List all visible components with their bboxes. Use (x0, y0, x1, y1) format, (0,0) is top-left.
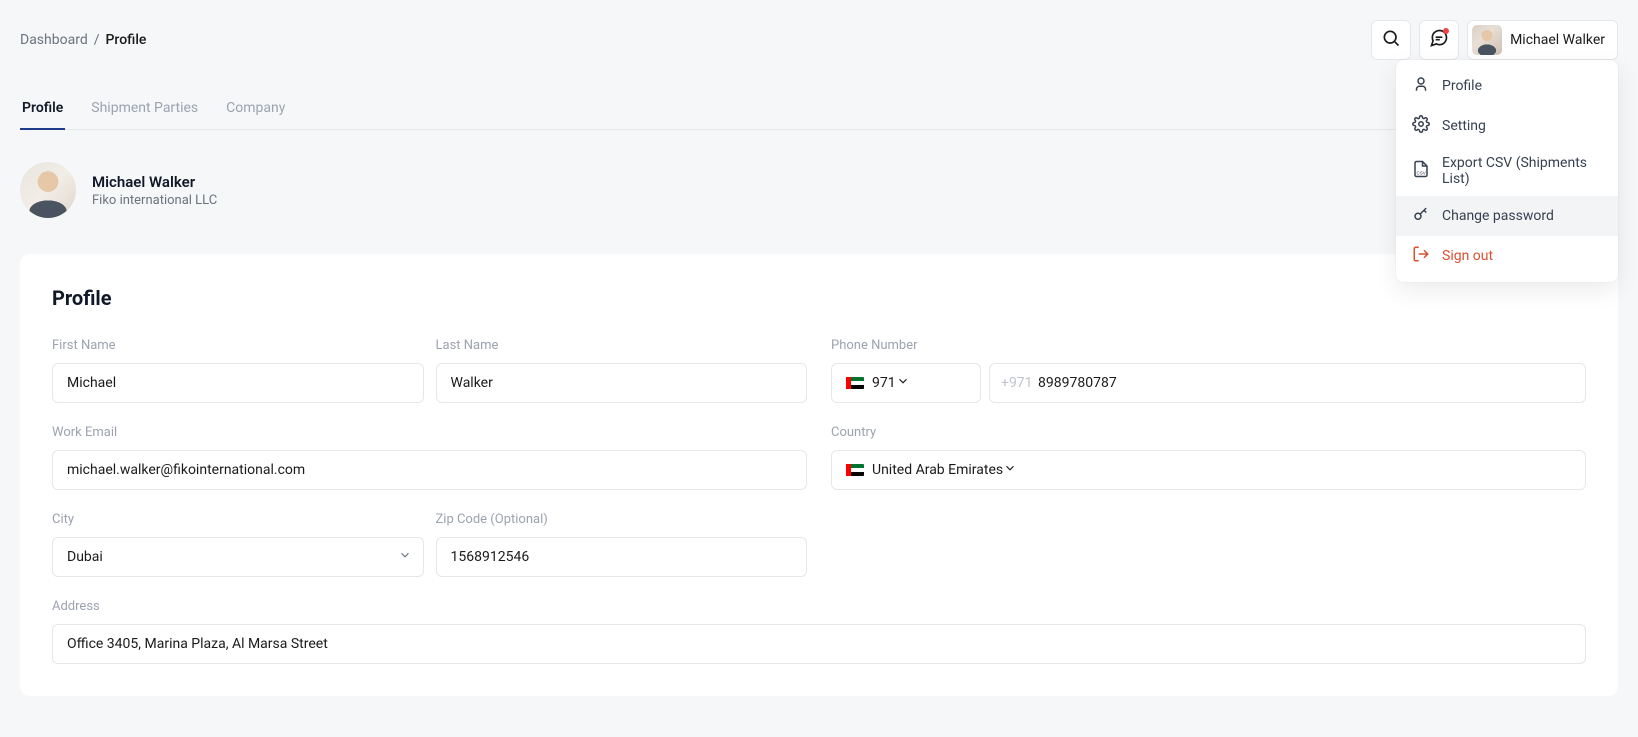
csv-file-icon: CSV (1412, 160, 1430, 182)
search-button[interactable] (1371, 20, 1411, 60)
phone-number-input[interactable] (989, 363, 1586, 403)
city-label: City (52, 512, 424, 527)
dropdown-setting-label: Setting (1442, 118, 1486, 134)
zip-input[interactable] (436, 537, 808, 577)
avatar-icon (1472, 25, 1502, 55)
profile-company: Fiko international LLC (92, 193, 217, 208)
chevron-down-icon (896, 374, 910, 392)
breadcrumb-sep: / (94, 32, 100, 48)
breadcrumb-current: Profile (106, 32, 147, 48)
dropdown-profile-label: Profile (1442, 78, 1482, 94)
chevron-down-icon (1003, 461, 1017, 479)
messages-button[interactable] (1419, 20, 1459, 60)
dropdown-item-sign-out[interactable]: Sign out (1396, 236, 1618, 276)
uae-flag-icon (846, 464, 864, 476)
dropdown-item-setting[interactable]: Setting (1396, 106, 1618, 146)
tabs: Profile Shipment Parties Company (20, 88, 1618, 130)
profile-name: Michael Walker (92, 173, 217, 191)
city-select[interactable] (52, 537, 424, 577)
phone-country-code-select[interactable]: 971 (831, 363, 981, 403)
user-dropdown: Profile Setting CSV Export CSV (Shipment… (1396, 60, 1618, 282)
avatar-icon (20, 162, 76, 218)
user-icon (1412, 75, 1430, 97)
city-value[interactable] (52, 537, 424, 577)
sign-out-icon (1412, 245, 1430, 267)
svg-text:CSV: CSV (1417, 170, 1426, 175)
tab-shipment-parties[interactable]: Shipment Parties (89, 88, 200, 130)
address-input[interactable] (52, 624, 1586, 664)
last-name-label: Last Name (436, 338, 808, 353)
gear-icon (1412, 115, 1430, 137)
dropdown-export-label: Export CSV (Shipments List) (1442, 155, 1602, 187)
last-name-input[interactable] (436, 363, 808, 403)
key-icon (1412, 205, 1430, 227)
dropdown-item-export-csv[interactable]: CSV Export CSV (Shipments List) (1396, 146, 1618, 196)
country-label: Country (831, 425, 1586, 440)
phone-label: Phone Number (831, 338, 1586, 353)
country-value: United Arab Emirates (872, 462, 1003, 478)
uae-flag-icon (846, 377, 864, 389)
work-email-input[interactable] (52, 450, 807, 490)
dropdown-item-profile[interactable]: Profile (1396, 66, 1618, 106)
card-title: Profile (52, 286, 1586, 310)
first-name-input[interactable] (52, 363, 424, 403)
dropdown-item-change-password[interactable]: Change password (1396, 196, 1618, 236)
tab-profile[interactable]: Profile (20, 88, 65, 130)
zip-label: Zip Code (Optional) (436, 512, 808, 527)
phone-code-value: 971 (872, 375, 896, 391)
first-name-label: First Name (52, 338, 424, 353)
user-menu-button[interactable]: Michael Walker (1467, 20, 1618, 60)
address-label: Address (52, 599, 1586, 614)
breadcrumb: Dashboard / Profile (20, 32, 146, 48)
country-select[interactable]: United Arab Emirates (831, 450, 1586, 490)
tab-company[interactable]: Company (224, 88, 287, 130)
breadcrumb-root[interactable]: Dashboard (20, 32, 88, 48)
search-icon (1381, 28, 1401, 52)
user-name-label: Michael Walker (1510, 32, 1605, 48)
work-email-label: Work Email (52, 425, 807, 440)
dropdown-sign-out-label: Sign out (1442, 248, 1493, 264)
dropdown-change-password-label: Change password (1442, 208, 1554, 224)
